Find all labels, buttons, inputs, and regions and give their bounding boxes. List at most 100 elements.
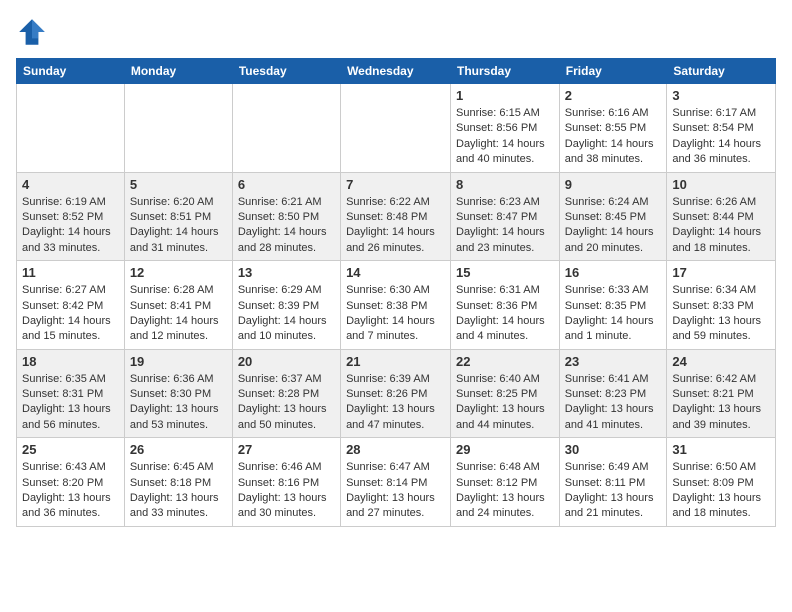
calendar-cell: 7 Sunrise: 6:22 AM Sunset: 8:48 PM Daylig…: [341, 172, 451, 261]
day-number: 10: [672, 177, 770, 192]
calendar-cell: 14 Sunrise: 6:30 AM Sunset: 8:38 PM Dayli…: [341, 261, 451, 350]
day-number: 16: [565, 265, 662, 280]
day-info: Sunrise: 6:48 AM Sunset: 8:12 PM Dayligh…: [456, 460, 554, 522]
day-info: Sunrise: 6:35 AM Sunset: 8:31 PM Dayligh…: [22, 372, 119, 434]
calendar-cell: 16 Sunrise: 6:33 AM Sunset: 8:35 PM Dayli…: [559, 261, 667, 350]
calendar-cell: 20Sunrise: 6:37 AM Sunset: 8:28 PM Dayli…: [232, 349, 340, 438]
day-info: Sunrise: 6:16 AM Sunset: 8:55 PM Dayligh…: [565, 106, 662, 168]
calendar-week-row: 1 Sunrise: 6:15 AM Sunset: 8:56 PM Daylig…: [17, 84, 776, 173]
day-info: Sunrise: 6:39 AM Sunset: 8:26 PM Dayligh…: [346, 372, 445, 434]
calendar-cell: 30 Sunrise: 6:49 AM Sunset: 8:11 PM Dayli…: [559, 438, 667, 527]
calendar-cell: 21 Sunrise: 6:39 AM Sunset: 8:26 PM Dayli…: [341, 349, 451, 438]
calendar-cell: 4 Sunrise: 6:19 AM Sunset: 8:52 PM Daylig…: [17, 172, 125, 261]
day-info: Sunrise: 6:34 AM Sunset: 8:33 PM Dayligh…: [672, 283, 770, 345]
day-info: Sunrise: 6:43 AM Sunset: 8:20 PM Dayligh…: [22, 460, 119, 522]
day-number: 9: [565, 177, 662, 192]
calendar-table: SundayMondayTuesdayWednesdayThursdayFrid…: [16, 58, 776, 527]
day-info: Sunrise: 6:19 AM Sunset: 8:52 PM Dayligh…: [22, 195, 119, 257]
calendar-cell: [341, 84, 451, 173]
day-number: 23: [565, 354, 662, 369]
logo: [16, 16, 52, 48]
day-number: 6: [238, 177, 335, 192]
day-number: 26: [130, 442, 227, 457]
calendar-cell: 31 Sunrise: 6:50 AM Sunset: 8:09 PM Dayli…: [667, 438, 776, 527]
calendar-week-row: 25 Sunrise: 6:43 AM Sunset: 8:20 PM Dayli…: [17, 438, 776, 527]
day-info: Sunrise: 6:21 AM Sunset: 8:50 PM Dayligh…: [238, 195, 335, 257]
calendar-cell: 5 Sunrise: 6:20 AM Sunset: 8:51 PM Daylig…: [124, 172, 232, 261]
day-info: Sunrise: 6:23 AM Sunset: 8:47 PM Dayligh…: [456, 195, 554, 257]
day-info: Sunrise: 6:22 AM Sunset: 8:48 PM Dayligh…: [346, 195, 445, 257]
day-number: 14: [346, 265, 445, 280]
day-number: 30: [565, 442, 662, 457]
calendar-cell: 11Sunrise: 6:27 AM Sunset: 8:42 PM Dayli…: [17, 261, 125, 350]
calendar-cell: 18 Sunrise: 6:35 AM Sunset: 8:31 PM Dayli…: [17, 349, 125, 438]
calendar-cell: 8 Sunrise: 6:23 AM Sunset: 8:47 PM Daylig…: [451, 172, 560, 261]
calendar-cell: 2 Sunrise: 6:16 AM Sunset: 8:55 PM Daylig…: [559, 84, 667, 173]
weekday-header: Wednesday: [341, 59, 451, 84]
day-number: 7: [346, 177, 445, 192]
calendar-cell: 23 Sunrise: 6:41 AM Sunset: 8:23 PM Dayli…: [559, 349, 667, 438]
calendar-week-row: 18 Sunrise: 6:35 AM Sunset: 8:31 PM Dayli…: [17, 349, 776, 438]
calendar-cell: 26 Sunrise: 6:45 AM Sunset: 8:18 PM Dayli…: [124, 438, 232, 527]
day-number: 2: [565, 88, 662, 103]
day-number: 3: [672, 88, 770, 103]
calendar-cell: 17Sunrise: 6:34 AM Sunset: 8:33 PM Dayli…: [667, 261, 776, 350]
day-info: Sunrise: 6:49 AM Sunset: 8:11 PM Dayligh…: [565, 460, 662, 522]
weekday-header: Thursday: [451, 59, 560, 84]
day-number: 25: [22, 442, 119, 457]
calendar-cell: 12Sunrise: 6:28 AM Sunset: 8:41 PM Dayli…: [124, 261, 232, 350]
day-number: 31: [672, 442, 770, 457]
day-info: Sunrise: 6:24 AM Sunset: 8:45 PM Dayligh…: [565, 195, 662, 257]
logo-icon: [16, 16, 48, 48]
day-number: 8: [456, 177, 554, 192]
day-number: 4: [22, 177, 119, 192]
day-number: 18: [22, 354, 119, 369]
calendar-cell: 28 Sunrise: 6:47 AM Sunset: 8:14 PM Dayli…: [341, 438, 451, 527]
weekday-header: Saturday: [667, 59, 776, 84]
day-info: Sunrise: 6:26 AM Sunset: 8:44 PM Dayligh…: [672, 195, 770, 257]
day-info: Sunrise: 6:50 AM Sunset: 8:09 PM Dayligh…: [672, 460, 770, 522]
day-info: Sunrise: 6:37 AM Sunset: 8:28 PM Dayligh…: [238, 372, 335, 434]
calendar-cell: 22 Sunrise: 6:40 AM Sunset: 8:25 PM Dayli…: [451, 349, 560, 438]
calendar-cell: 3Sunrise: 6:17 AM Sunset: 8:54 PM Daylig…: [667, 84, 776, 173]
calendar-week-row: 4 Sunrise: 6:19 AM Sunset: 8:52 PM Daylig…: [17, 172, 776, 261]
day-number: 1: [456, 88, 554, 103]
calendar-cell: 19 Sunrise: 6:36 AM Sunset: 8:30 PM Dayli…: [124, 349, 232, 438]
calendar-cell: 10 Sunrise: 6:26 AM Sunset: 8:44 PM Dayli…: [667, 172, 776, 261]
day-info: Sunrise: 6:29 AM Sunset: 8:39 PM Dayligh…: [238, 283, 335, 345]
day-number: 11: [22, 265, 119, 280]
calendar-header-row: SundayMondayTuesdayWednesdayThursdayFrid…: [17, 59, 776, 84]
day-info: Sunrise: 6:45 AM Sunset: 8:18 PM Dayligh…: [130, 460, 227, 522]
calendar-cell: 24Sunrise: 6:42 AM Sunset: 8:21 PM Dayli…: [667, 349, 776, 438]
day-number: 15: [456, 265, 554, 280]
day-info: Sunrise: 6:31 AM Sunset: 8:36 PM Dayligh…: [456, 283, 554, 345]
calendar-cell: 13 Sunrise: 6:29 AM Sunset: 8:39 PM Dayli…: [232, 261, 340, 350]
weekday-header: Tuesday: [232, 59, 340, 84]
calendar-cell: 6 Sunrise: 6:21 AM Sunset: 8:50 PM Daylig…: [232, 172, 340, 261]
day-info: Sunrise: 6:15 AM Sunset: 8:56 PM Dayligh…: [456, 106, 554, 168]
calendar-cell: 27Sunrise: 6:46 AM Sunset: 8:16 PM Dayli…: [232, 438, 340, 527]
day-info: Sunrise: 6:47 AM Sunset: 8:14 PM Dayligh…: [346, 460, 445, 522]
calendar-cell: 29 Sunrise: 6:48 AM Sunset: 8:12 PM Dayli…: [451, 438, 560, 527]
weekday-header: Sunday: [17, 59, 125, 84]
weekday-header: Monday: [124, 59, 232, 84]
day-number: 5: [130, 177, 227, 192]
day-info: Sunrise: 6:30 AM Sunset: 8:38 PM Dayligh…: [346, 283, 445, 345]
day-number: 13: [238, 265, 335, 280]
day-number: 22: [456, 354, 554, 369]
calendar-cell: [232, 84, 340, 173]
calendar-cell: 15 Sunrise: 6:31 AM Sunset: 8:36 PM Dayli…: [451, 261, 560, 350]
day-number: 21: [346, 354, 445, 369]
day-number: 29: [456, 442, 554, 457]
calendar-cell: [17, 84, 125, 173]
page-header: [16, 16, 776, 48]
day-info: Sunrise: 6:36 AM Sunset: 8:30 PM Dayligh…: [130, 372, 227, 434]
calendar-cell: [124, 84, 232, 173]
day-info: Sunrise: 6:41 AM Sunset: 8:23 PM Dayligh…: [565, 372, 662, 434]
day-number: 19: [130, 354, 227, 369]
day-info: Sunrise: 6:20 AM Sunset: 8:51 PM Dayligh…: [130, 195, 227, 257]
day-info: Sunrise: 6:33 AM Sunset: 8:35 PM Dayligh…: [565, 283, 662, 345]
day-info: Sunrise: 6:40 AM Sunset: 8:25 PM Dayligh…: [456, 372, 554, 434]
day-number: 28: [346, 442, 445, 457]
day-number: 27: [238, 442, 335, 457]
